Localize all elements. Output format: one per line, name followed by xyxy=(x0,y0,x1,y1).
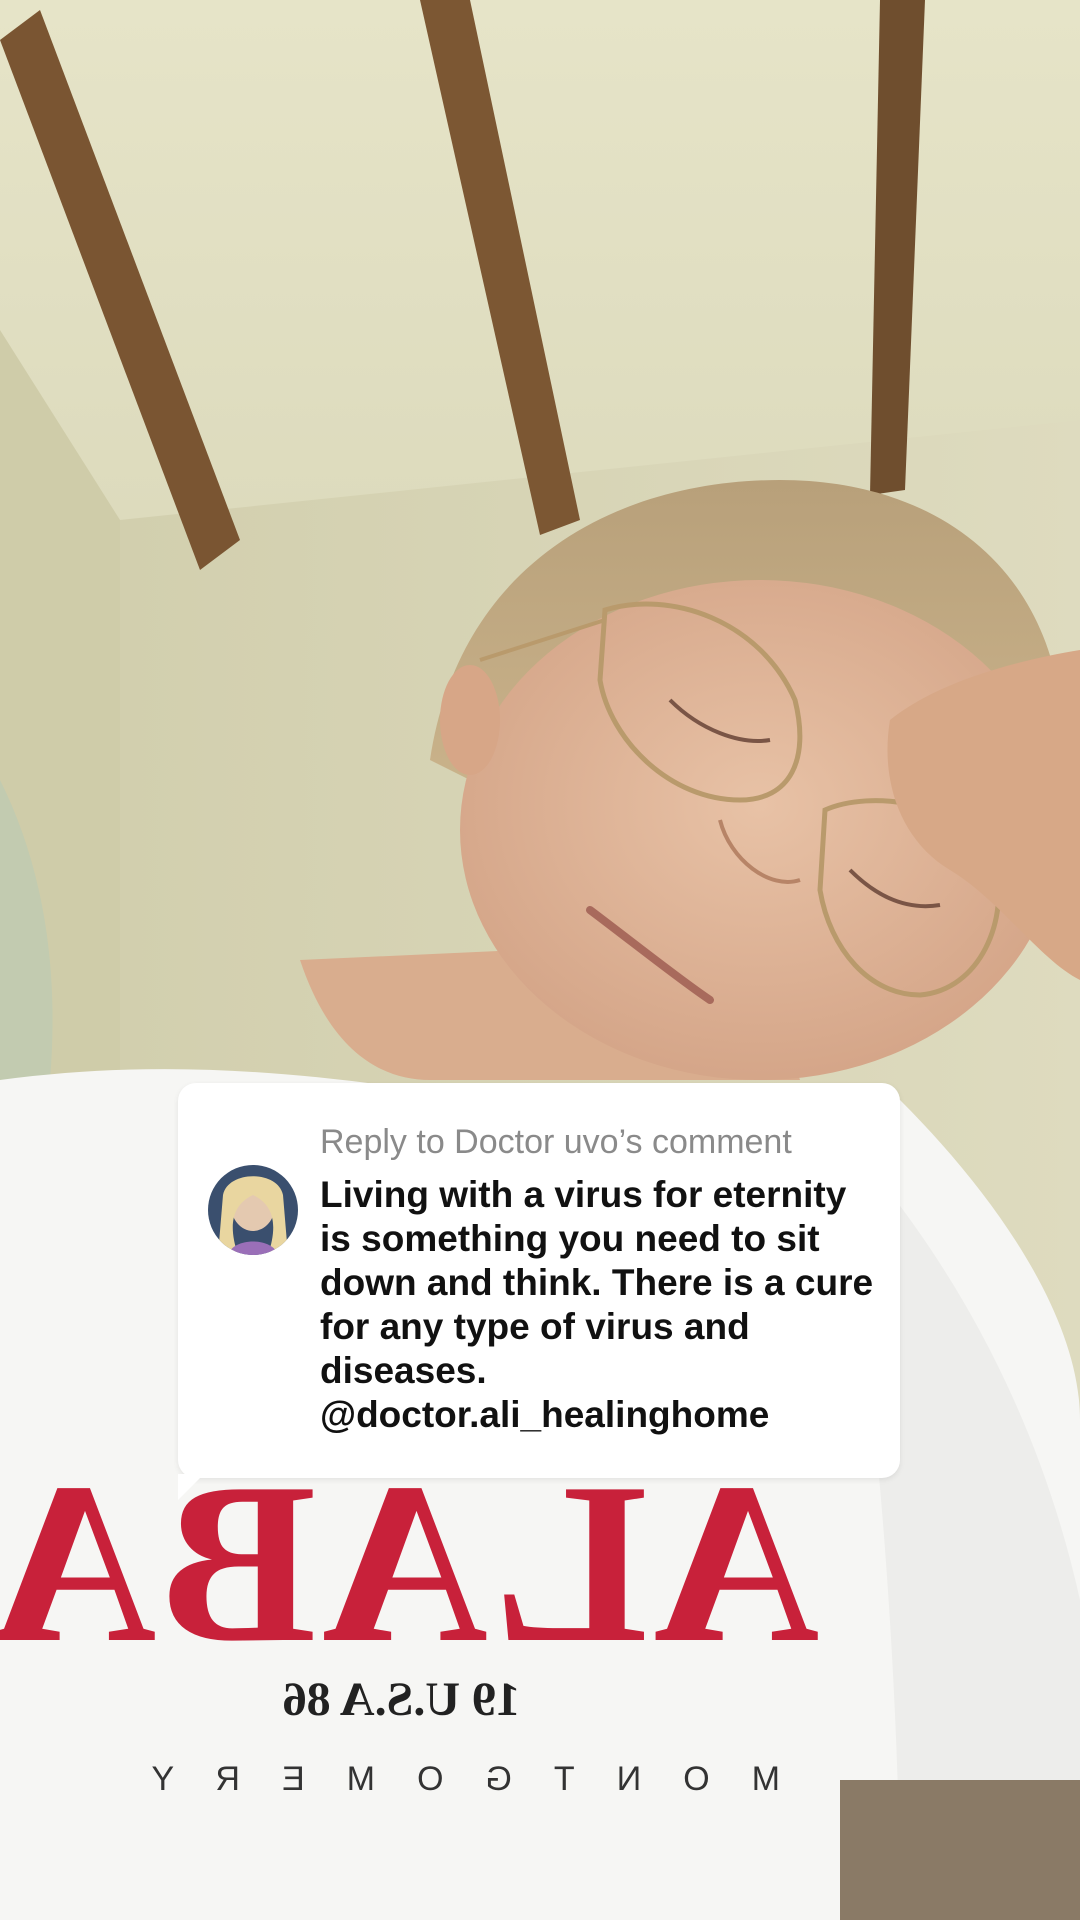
shirt-print-subline: 19 U.S.A 86 xyxy=(283,1673,520,1726)
avatar-image xyxy=(208,1165,298,1255)
sticker-tail xyxy=(178,1474,204,1500)
shirt-print-city: MONTGOMERY xyxy=(109,1760,780,1798)
reply-header: Reply to Doctor uvo’s comment xyxy=(320,1123,792,1161)
sofa xyxy=(840,1780,1080,1920)
commenter-avatar[interactable] xyxy=(208,1165,298,1255)
reply-comment-sticker[interactable]: Reply to Doctor uvo’s comment Living wit… xyxy=(178,1083,900,1500)
ear xyxy=(440,665,500,775)
video-frame: ALABAMA 19 U.S.A 86 MONTGOMERY xyxy=(0,0,1080,1920)
comment-text: Living with a virus for eternity is some… xyxy=(320,1174,874,1435)
